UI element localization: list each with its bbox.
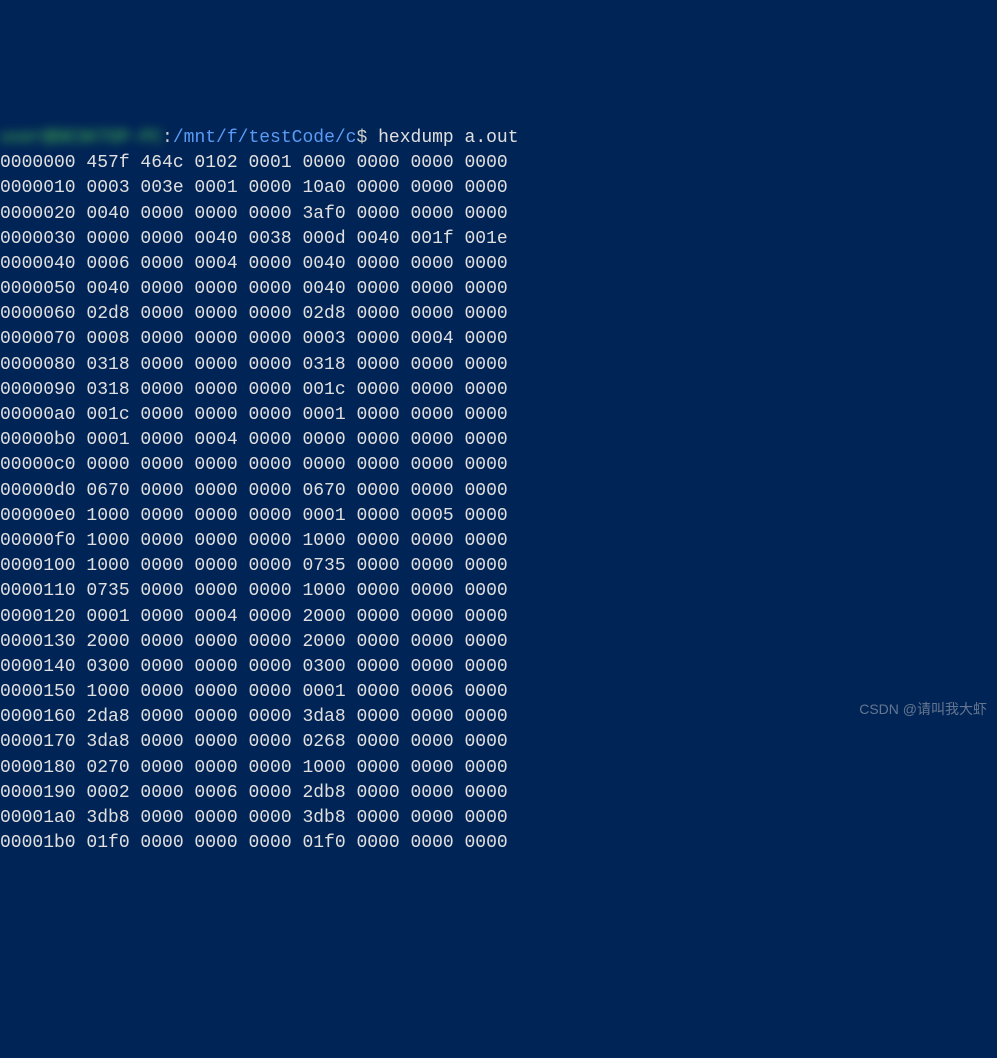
watermark: CSDN @请叫我大虾 [859,700,987,720]
user-host: user@DESKTOP-PC [0,128,162,148]
current-path: /mnt/f/testCode/c [173,128,357,148]
terminal-output[interactable]: user@DESKTOP-PC:/mnt/f/testCode/c$ hexdu… [0,101,997,882]
hexdump-rows: 0000000 457f 464c 0102 0001 0000 0000 00… [0,151,997,856]
command-text: hexdump a.out [378,128,518,148]
separator: : [162,128,173,148]
prompt-line: user@DESKTOP-PC:/mnt/f/testCode/c$ hexdu… [0,128,519,148]
dollar-sign: $ [356,128,367,148]
